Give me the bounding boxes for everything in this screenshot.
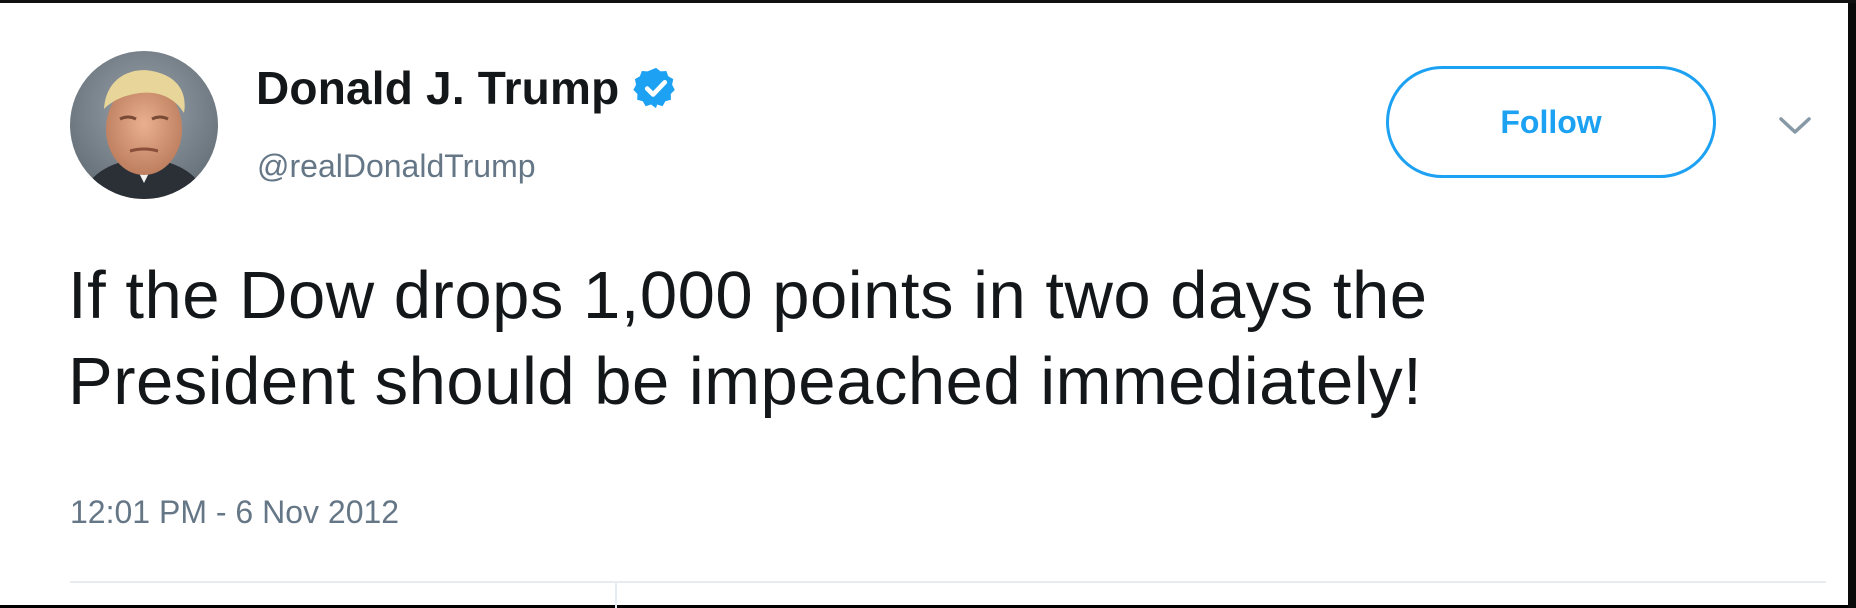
user-handle[interactable]: @realDonaldTrump (257, 148, 536, 185)
display-name-row: Donald J. Trump (256, 61, 679, 115)
display-name[interactable]: Donald J. Trump (256, 61, 619, 115)
tweet-text-line-1: If the Dow drops 1,000 points in two day… (68, 258, 1428, 333)
tweet-text-line-2: President should be impeached immediatel… (68, 344, 1423, 419)
divider (70, 581, 1826, 583)
verified-badge-icon (633, 65, 679, 111)
tweet-card: Donald J. Trump @realDonaldTrump Follow … (0, 0, 1856, 608)
tweet-timestamp[interactable]: 12:01 PM - 6 Nov 2012 (70, 494, 399, 531)
screen-edge (1848, 3, 1856, 608)
follow-button[interactable]: Follow (1386, 66, 1716, 178)
divider-tick (615, 583, 617, 608)
chevron-down-icon[interactable] (1778, 115, 1812, 137)
avatar[interactable] (70, 51, 218, 199)
tweet-text: If the Dow drops 1,000 points in two day… (68, 253, 1788, 425)
avatar-photo-icon (70, 51, 218, 199)
